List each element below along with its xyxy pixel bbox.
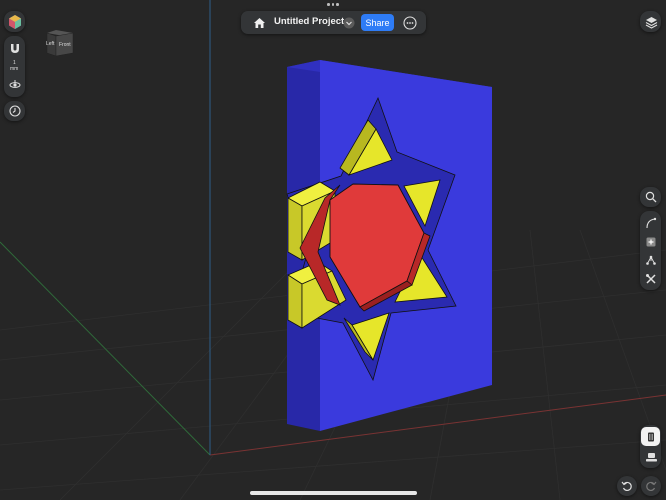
display-mode-toolbar: [640, 425, 661, 468]
undo-icon: [618, 477, 636, 495]
layers-icon: [642, 13, 660, 31]
redo-icon: [642, 477, 660, 495]
redo-button[interactable]: [641, 476, 661, 496]
build-plate-icon[interactable]: [642, 448, 660, 466]
grid-unit-label: mm: [10, 66, 19, 72]
home-icon[interactable]: [250, 14, 268, 32]
history-button[interactable]: [4, 101, 25, 121]
layers-button[interactable]: [640, 11, 661, 32]
orbit-icon[interactable]: [6, 76, 24, 94]
transform-icon[interactable]: [642, 251, 660, 269]
clock-icon: [6, 102, 24, 120]
project-toolbar: Untitled Project Share: [241, 11, 426, 34]
add-primitive-icon[interactable]: [642, 233, 660, 251]
search-button[interactable]: [640, 187, 661, 207]
window-drag-handle[interactable]: [327, 3, 339, 6]
more-icon[interactable]: [401, 14, 419, 32]
model-block[interactable]: [286, 60, 492, 431]
chevron-down-icon[interactable]: [340, 14, 358, 32]
tools-icon[interactable]: [642, 270, 660, 288]
solid-view-icon[interactable]: [641, 427, 660, 446]
search-icon: [642, 188, 660, 206]
project-title[interactable]: Untitled Project: [274, 16, 344, 27]
app-logo-icon: [6, 13, 24, 31]
home-indicator[interactable]: [250, 491, 417, 495]
view-cube-left-label[interactable]: Left: [46, 41, 55, 47]
right-tools-toolbar: [640, 211, 661, 290]
app-menu-button[interactable]: [4, 11, 25, 32]
view-cube[interactable]: Left Front: [42, 29, 76, 57]
undo-button[interactable]: [617, 476, 637, 496]
left-toolbar: 1 mm: [4, 36, 25, 97]
view-cube-front-label[interactable]: Front: [59, 42, 71, 48]
snap-icon[interactable]: [6, 39, 24, 57]
3d-viewport[interactable]: [0, 0, 666, 500]
share-button[interactable]: Share: [361, 14, 394, 31]
curve-tool-icon[interactable]: [642, 214, 660, 232]
